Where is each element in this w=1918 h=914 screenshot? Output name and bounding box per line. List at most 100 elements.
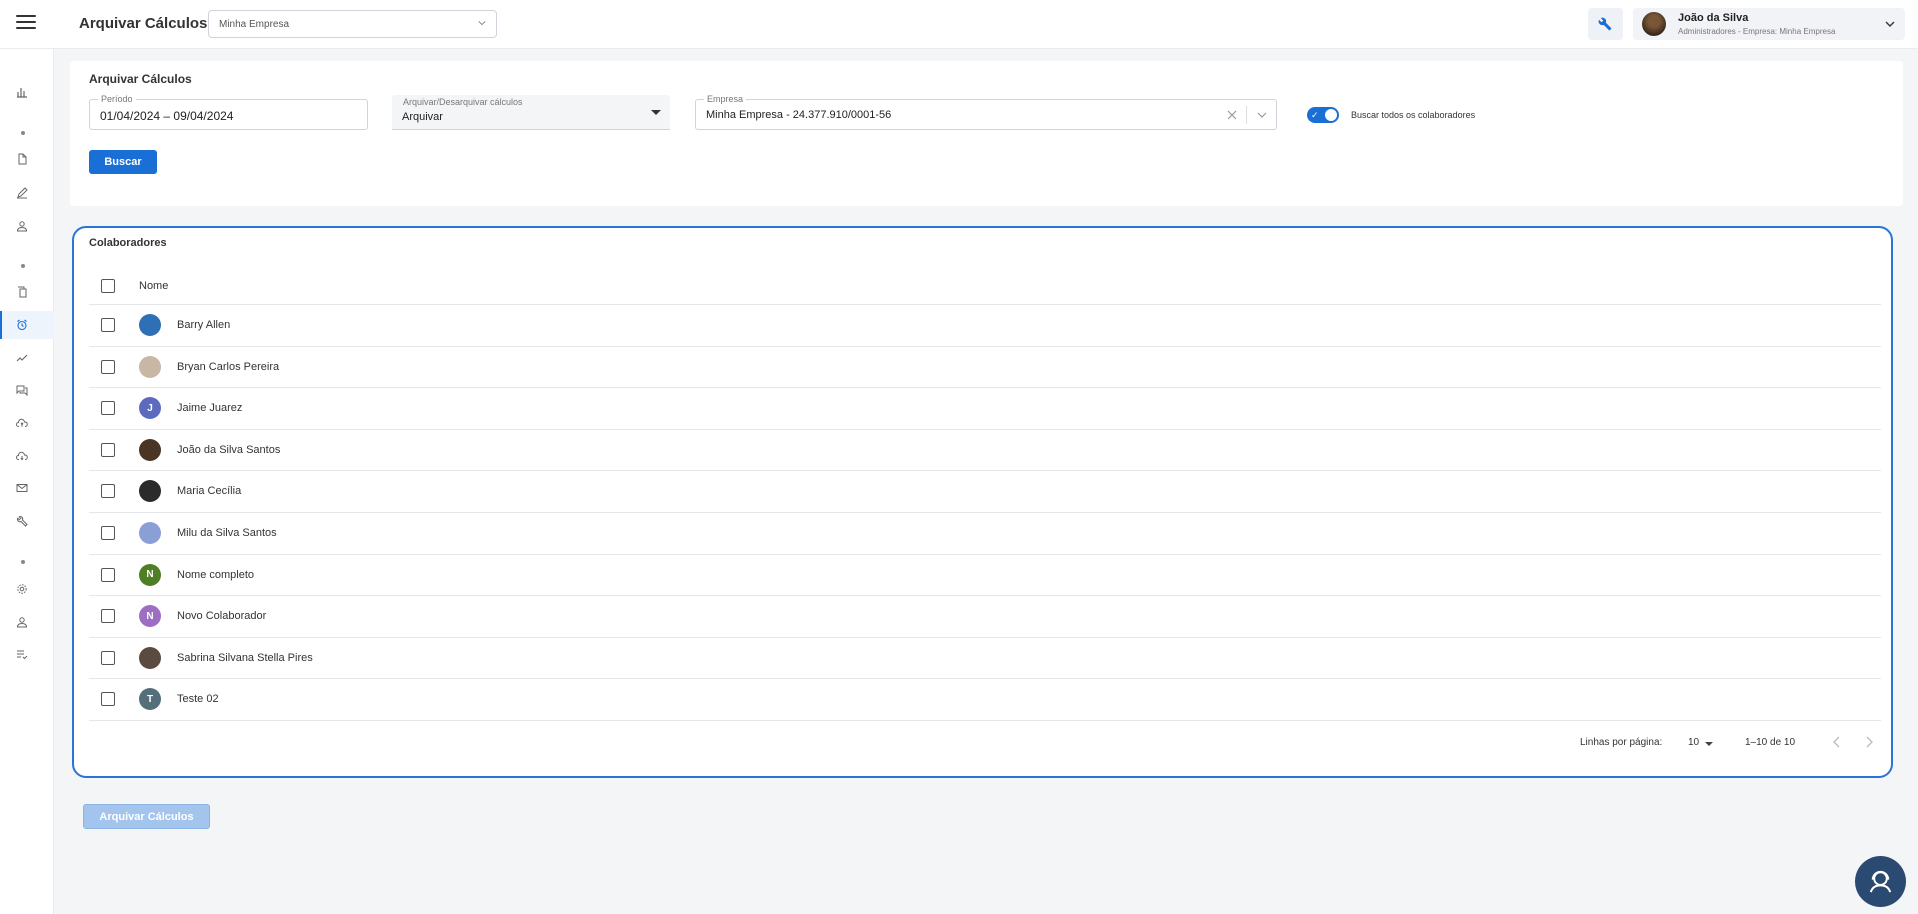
employee-name: Milu da Silva Santos [177, 527, 277, 539]
check-icon: ✓ [1311, 110, 1319, 120]
sidebar-item-download[interactable] [0, 442, 54, 470]
sidebar-item-archive-calculations[interactable] [0, 311, 54, 339]
table-row[interactable]: J Jaime Juarez [89, 388, 1881, 430]
sidebar-item-settings[interactable] [0, 575, 54, 603]
chat-icon [16, 385, 28, 396]
period-field[interactable]: Período 01/04/2024 – 09/04/2024 [89, 94, 368, 130]
sidebar-item-copy[interactable] [0, 278, 54, 306]
sidebar-separator [21, 560, 25, 564]
employees-table-card: Colaboradores Nome Barry Allen Bryan Carl… [72, 226, 1893, 778]
avatar: N [139, 563, 161, 586]
sidebar-item-mail[interactable] [0, 474, 54, 502]
user-menu[interactable]: João da Silva Administradores - Empresa:… [1633, 8, 1905, 40]
table-row[interactable]: Sabrina Silvana Stella Pires [89, 638, 1881, 680]
company-field[interactable]: Empresa Minha Empresa - 24.377.910/0001-… [695, 94, 1277, 130]
table-row[interactable]: Milu da Silva Santos [89, 513, 1881, 555]
archive-mode-value: Arquivar [402, 111, 443, 123]
sidebar-item-upload[interactable] [0, 409, 54, 437]
sidebar-item-documents[interactable] [0, 145, 54, 173]
row-checkbox[interactable] [101, 567, 115, 582]
wrench-icon [1598, 17, 1612, 31]
table-header: Nome [89, 273, 1881, 305]
divider [1246, 106, 1247, 124]
dropdown-arrow-icon [651, 110, 661, 115]
employee-name: Nome completo [177, 568, 255, 581]
table-row[interactable]: N Novo Colaborador [89, 596, 1881, 638]
rows-per-page-select[interactable]: 10 [1688, 737, 1699, 748]
employee-name: João da Silva Santos [177, 443, 281, 456]
user-role: Administradores - Empresa: Minha Empresa [1678, 27, 1836, 36]
row-checkbox[interactable] [101, 318, 115, 332]
row-checkbox[interactable] [101, 526, 115, 540]
search-button[interactable]: Buscar [89, 150, 157, 174]
company-select[interactable]: Minha Empresa [208, 10, 497, 38]
sidebar-item-users[interactable] [0, 608, 54, 636]
support-button[interactable] [1855, 856, 1906, 907]
avatar [139, 314, 161, 336]
table-row[interactable]: João da Silva Santos [89, 430, 1881, 472]
avatar [1642, 12, 1666, 36]
trend-icon [16, 354, 28, 362]
top-bar: Arquivar Cálculos Minha Empresa João da … [0, 0, 1918, 49]
support-agent-icon [1869, 870, 1892, 893]
avatar [139, 355, 161, 378]
employee-name: Barry Allen [177, 319, 231, 331]
user-name: João da Silva [1678, 12, 1749, 24]
user-icon [16, 617, 28, 628]
archive-calculations-button[interactable]: Arquivar Cálculos [83, 804, 210, 829]
row-checkbox[interactable] [101, 484, 115, 499]
sidebar-item-trend[interactable] [0, 344, 54, 372]
sidebar-item-checklist[interactable] [0, 640, 54, 668]
clear-icon[interactable] [1227, 110, 1237, 120]
sidebar-separator [21, 131, 25, 135]
alarm-clock-icon [17, 319, 27, 331]
company-select-value: Minha Empresa [219, 19, 290, 30]
avatar [139, 480, 161, 503]
select-all-checkbox[interactable] [101, 279, 115, 293]
sidebar [0, 49, 54, 914]
chevron-down-icon [1885, 21, 1895, 27]
row-checkbox[interactable] [101, 650, 115, 665]
column-header-name: Nome [139, 280, 169, 292]
avatar: T [139, 688, 161, 711]
document-icon [18, 153, 27, 165]
sidebar-separator [21, 264, 25, 268]
avatar [139, 646, 161, 669]
previous-page-icon[interactable] [1832, 736, 1842, 748]
archive-mode-select[interactable]: Arquivar/Desarquivar cálculos Arquivar [392, 95, 670, 130]
table-row[interactable]: Bryan Carlos Pereira [89, 347, 1881, 389]
avatar: N [139, 605, 161, 628]
row-checkbox[interactable] [101, 359, 115, 374]
employee-name: Teste 02 [177, 693, 219, 706]
settings-icon [17, 584, 27, 594]
sidebar-item-person[interactable] [0, 212, 54, 240]
row-checkbox[interactable] [101, 609, 115, 624]
sidebar-item-dashboard[interactable] [0, 78, 54, 106]
row-checkbox[interactable] [101, 442, 115, 457]
employee-name: Sabrina Silvana Stella Pires [177, 651, 313, 664]
search-all-label: Buscar todos os colaboradores [1351, 110, 1476, 120]
table-row[interactable]: Barry Allen [89, 305, 1881, 347]
chevron-down-icon[interactable] [1257, 111, 1267, 119]
employee-name: Novo Colaborador [177, 610, 267, 623]
row-checkbox[interactable] [101, 401, 115, 416]
pagination-range: 1–10 de 10 [1745, 737, 1796, 748]
pencil-icon [17, 187, 28, 199]
chevron-down-icon [478, 21, 486, 26]
sidebar-item-tools[interactable] [0, 507, 54, 535]
sidebar-item-edit[interactable] [0, 179, 54, 207]
sidebar-item-messages[interactable] [0, 376, 54, 404]
table-row[interactable]: Maria Cecília [89, 471, 1881, 513]
tools-button[interactable] [1588, 8, 1623, 40]
copy-icon [18, 286, 27, 298]
employee-name: Bryan Carlos Pereira [177, 360, 280, 373]
dropdown-arrow-icon [1705, 742, 1713, 746]
table-row[interactable]: T Teste 02 [89, 679, 1881, 721]
hamburger-menu-icon[interactable] [16, 15, 36, 33]
next-page-icon[interactable] [1864, 736, 1874, 748]
table-row[interactable]: N Nome completo [89, 555, 1881, 597]
search-all-toggle[interactable]: ✓ [1307, 107, 1339, 123]
row-checkbox[interactable] [101, 692, 115, 707]
cloud-download-icon [16, 451, 28, 461]
rows-per-page-label: Linhas por página: [1580, 737, 1663, 748]
